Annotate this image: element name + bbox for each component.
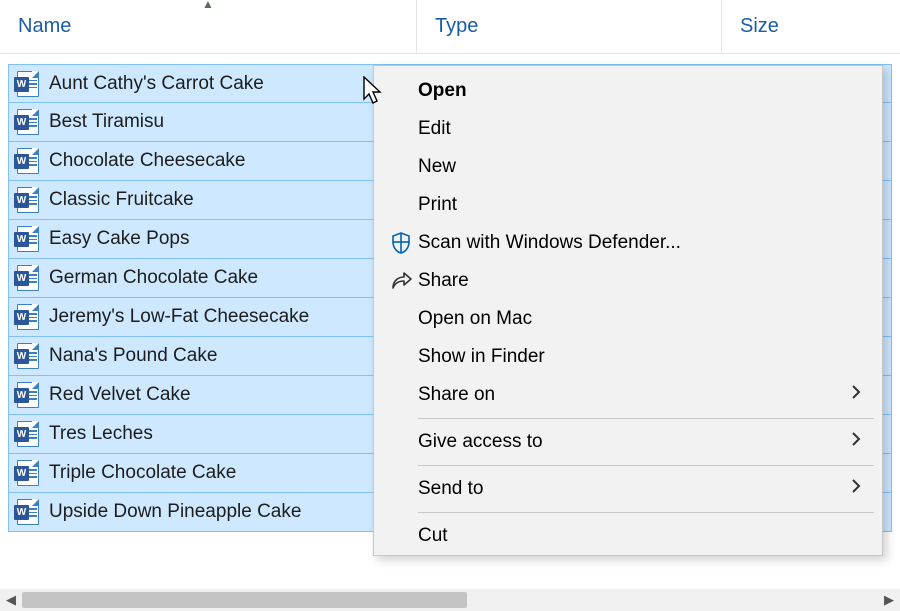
file-name-cell: W Red Velvet Cake (17, 382, 191, 408)
share-arrow-icon (384, 270, 418, 292)
scroll-left-button[interactable]: ◀ (0, 589, 22, 611)
context-menu-item[interactable]: Open on Mac (376, 300, 880, 338)
context-menu-item[interactable]: New (376, 148, 880, 186)
file-name-cell: W Aunt Cathy's Carrot Cake (17, 71, 264, 97)
context-menu-item[interactable]: Share on (376, 376, 880, 414)
file-name-label: Chocolate Cheesecake (49, 150, 245, 172)
file-name-label: Red Velvet Cake (49, 384, 191, 406)
context-menu-item-label: Open (418, 80, 862, 102)
context-menu-item-label: New (418, 156, 862, 178)
column-header-type[interactable]: Type (417, 0, 722, 53)
context-menu-item-label: Open on Mac (418, 308, 862, 330)
file-name-label: Easy Cake Pops (49, 228, 189, 250)
word-doc-icon: W (17, 460, 39, 486)
file-name-label: Tres Leches (49, 423, 153, 445)
context-menu-item[interactable]: Cut (376, 517, 880, 555)
column-header-row: ▲ Name Type Size (0, 0, 900, 54)
submenu-chevron-icon (850, 383, 862, 407)
context-menu-separator (418, 418, 874, 419)
file-name-label: Nana's Pound Cake (49, 345, 217, 367)
context-menu-item-label: Scan with Windows Defender... (418, 232, 862, 254)
context-menu-item-label: Cut (418, 525, 862, 547)
file-name-cell: W Easy Cake Pops (17, 226, 189, 252)
context-menu-item-label: Print (418, 194, 862, 216)
file-name-label: Classic Fruitcake (49, 189, 194, 211)
file-name-label: Jeremy's Low-Fat Cheesecake (49, 306, 309, 328)
word-doc-icon: W (17, 71, 39, 97)
defender-shield-icon (384, 231, 418, 255)
file-name-cell: W Best Tiramisu (17, 109, 164, 135)
file-name-label: Triple Chocolate Cake (49, 462, 236, 484)
file-name-label: Aunt Cathy's Carrot Cake (49, 73, 264, 95)
file-name-cell: W Nana's Pound Cake (17, 343, 217, 369)
file-name-cell: W Triple Chocolate Cake (17, 460, 236, 486)
file-name-cell: W Jeremy's Low-Fat Cheesecake (17, 304, 309, 330)
scroll-thumb[interactable] (22, 592, 467, 608)
context-menu-item[interactable]: Edit (376, 110, 880, 148)
context-menu-item-label: Show in Finder (418, 346, 862, 368)
submenu-chevron-icon (850, 430, 862, 454)
word-doc-icon: W (17, 343, 39, 369)
file-name-label: Best Tiramisu (49, 111, 164, 133)
context-menu-separator (418, 512, 874, 513)
word-doc-icon: W (17, 382, 39, 408)
context-menu-item[interactable]: Scan with Windows Defender... (376, 224, 880, 262)
file-name-cell: W Tres Leches (17, 421, 153, 447)
context-menu-separator (418, 465, 874, 466)
file-name-cell: W Upside Down Pineapple Cake (17, 499, 301, 525)
column-header-name[interactable]: ▲ Name (0, 0, 417, 53)
file-name-label: Upside Down Pineapple Cake (49, 501, 301, 523)
word-doc-icon: W (17, 421, 39, 447)
horizontal-scrollbar[interactable]: ◀ ▶ (0, 589, 900, 611)
word-doc-icon: W (17, 499, 39, 525)
scroll-right-button[interactable]: ▶ (878, 589, 900, 611)
column-header-type-label: Type (435, 15, 478, 38)
context-menu-item-label: Send to (418, 478, 850, 500)
context-menu-item-label: Edit (418, 118, 862, 140)
context-menu-item-label: Give access to (418, 431, 850, 453)
word-doc-icon: W (17, 148, 39, 174)
context-menu-item-label: Share on (418, 384, 850, 406)
file-name-cell: W Chocolate Cheesecake (17, 148, 245, 174)
context-menu: Open Edit New Print Scan with Windows Defend… (373, 65, 883, 556)
word-doc-icon: W (17, 109, 39, 135)
sort-ascending-icon: ▲ (202, 0, 214, 9)
context-menu-item[interactable]: Send to (376, 470, 880, 508)
file-name-cell: W Classic Fruitcake (17, 187, 194, 213)
column-header-size[interactable]: Size (722, 0, 900, 53)
word-doc-icon: W (17, 265, 39, 291)
submenu-chevron-icon (850, 477, 862, 501)
context-menu-item-label: Share (418, 270, 862, 292)
column-header-name-label: Name (18, 15, 71, 38)
word-doc-icon: W (17, 304, 39, 330)
context-menu-item[interactable]: Show in Finder (376, 338, 880, 376)
word-doc-icon: W (17, 187, 39, 213)
context-menu-item[interactable]: Print (376, 186, 880, 224)
file-name-label: German Chocolate Cake (49, 267, 258, 289)
context-menu-item[interactable]: Share (376, 262, 880, 300)
scroll-track[interactable] (22, 589, 878, 611)
context-menu-item[interactable]: Give access to (376, 423, 880, 461)
word-doc-icon: W (17, 226, 39, 252)
context-menu-item[interactable]: Open (376, 72, 880, 110)
file-name-cell: W German Chocolate Cake (17, 265, 258, 291)
column-header-size-label: Size (740, 15, 779, 38)
